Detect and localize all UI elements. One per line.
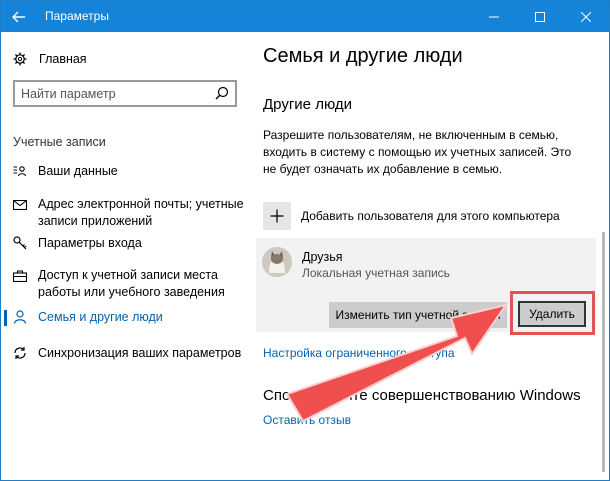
close-button[interactable]: [563, 1, 609, 32]
back-arrow-icon: [12, 11, 25, 22]
search-field[interactable]: [13, 80, 237, 107]
account-name: Друзья: [302, 250, 343, 264]
sidebar-item-sign-in-options[interactable]: Параметры входа: [1, 235, 251, 255]
home-label: Главная: [39, 52, 87, 66]
feedback-link[interactable]: Оставить отзыв: [263, 413, 351, 427]
mail-icon: [13, 200, 27, 210]
sidebar-item-label: Синхронизация ваших параметров: [38, 346, 242, 360]
search-icon[interactable]: [215, 86, 229, 100]
gear-icon: [13, 52, 27, 66]
page-title: Семья и другие люди: [263, 45, 463, 67]
maximize-button[interactable]: [517, 1, 563, 32]
change-account-type-button[interactable]: Изменить тип учетной записи: [329, 302, 507, 328]
sidebar-item-label: Параметры входа: [38, 236, 142, 250]
other-people-heading: Другие люди: [263, 96, 352, 113]
add-user-button[interactable]: Добавить пользователя для этого компьюте…: [263, 202, 593, 230]
sidebar-item-family-other-people[interactable]: Семья и другие люди: [1, 309, 251, 329]
title-bar: Параметры: [1, 1, 609, 32]
main-content: Семья и другие люди Другие люди Разрешит…: [251, 32, 596, 480]
briefcase-icon: [13, 270, 27, 282]
avatar: [262, 247, 292, 277]
sidebar-item-home[interactable]: Главная: [13, 49, 87, 69]
other-people-description: Разрешите пользователям, не включенным в…: [263, 128, 572, 176]
sidebar-item-your-info[interactable]: Ваши данные: [1, 163, 251, 183]
delete-button[interactable]: Удалить: [518, 301, 586, 327]
search-input[interactable]: [21, 85, 201, 102]
sidebar-section-heading: Учетные записи: [13, 135, 106, 149]
restricted-access-link[interactable]: Настройка ограниченного доступа: [263, 346, 455, 360]
maximize-icon: [535, 11, 545, 22]
person-card-icon: [13, 166, 27, 177]
sidebar-item-label: Ваши данные: [38, 164, 118, 178]
back-button[interactable]: [1, 1, 37, 32]
add-user-label: Добавить пользователя для этого компьюте…: [301, 209, 560, 223]
minimize-button[interactable]: [471, 1, 517, 32]
sidebar-item-label: Адрес электронной почты; учетные записи …: [38, 197, 244, 228]
person-icon: [13, 310, 27, 324]
sidebar-item-sync[interactable]: Синхронизация ваших параметров: [1, 345, 251, 365]
scroll-thumb[interactable]: [602, 232, 605, 472]
active-indicator: [4, 310, 7, 326]
plus-icon: [270, 209, 284, 223]
improve-windows-heading: Способствуйте совершенствованию Windows: [263, 387, 581, 404]
sync-icon: [14, 347, 26, 359]
sidebar: Главная Учетные записи Ваши данные Адр: [1, 32, 251, 480]
settings-window: Параметры Главная Учетные з: [0, 0, 610, 481]
close-icon: [581, 11, 591, 22]
sidebar-item-label: Доступ к учетной записи места работы или…: [38, 268, 225, 299]
sidebar-item-work-access[interactable]: Доступ к учетной записи места работы или…: [1, 267, 251, 303]
account-type: Локальная учетная запись: [302, 266, 450, 280]
window-title: Параметры: [45, 9, 109, 23]
minimize-icon: [489, 16, 499, 17]
cat-avatar-icon: [262, 247, 292, 277]
account-card[interactable]: Друзья Локальная учетная запись Изменить…: [256, 238, 596, 335]
sidebar-item-label: Семья и другие люди: [38, 310, 163, 324]
sidebar-item-email-accounts[interactable]: Адрес электронной почты; учетные записи …: [1, 196, 251, 232]
scrollbar[interactable]: [599, 32, 609, 480]
key-icon: [13, 236, 27, 250]
add-box: [263, 202, 291, 230]
